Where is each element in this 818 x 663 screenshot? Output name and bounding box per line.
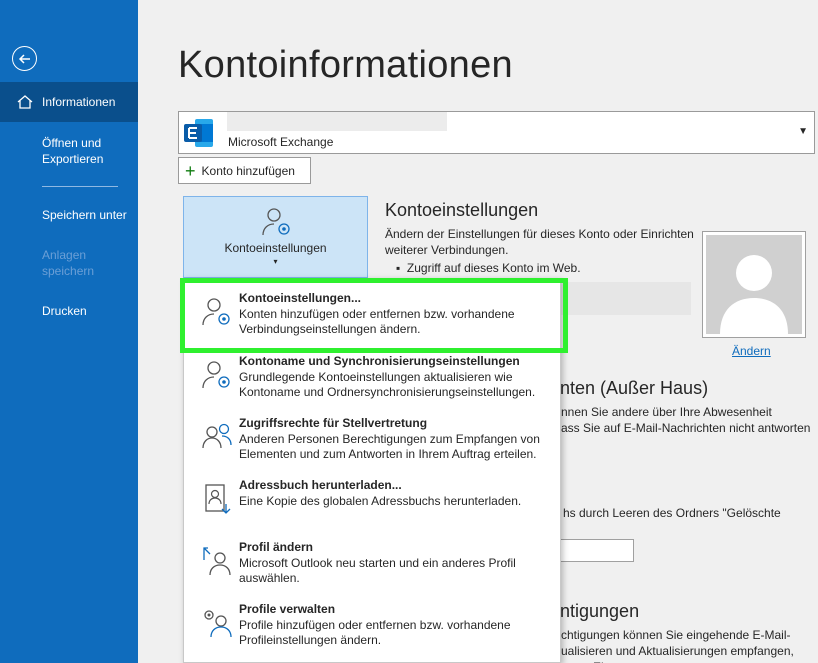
menu-item-kontoeinstellungen[interactable]: Kontoeinstellungen... Konten hinzufügen … — [184, 291, 560, 353]
menu-item-title: Zugriffsrechte für Stellvertretung — [239, 416, 428, 430]
person-gear-icon — [202, 298, 230, 326]
avatar — [706, 235, 802, 334]
exchange-icon — [184, 119, 213, 147]
people-icon — [202, 423, 232, 449]
menu-item-profil-aendern[interactable]: Profil ändern Microsoft Outlook neu star… — [184, 540, 560, 602]
add-account-button[interactable]: + Konto hinzufügen — [178, 157, 311, 184]
menu-item-title: Kontoeinstellungen... — [239, 291, 361, 305]
person-gear-icon — [202, 361, 230, 389]
switch-profile-icon — [203, 547, 231, 576]
menu-item-desc: Profile hinzufügen oder entfernen bzw. v… — [239, 618, 511, 647]
menu-item-kontoname-sync[interactable]: Kontoname und Synchronisierungseinstellu… — [184, 354, 560, 416]
nav-item-informationen[interactable]: Informationen — [0, 82, 138, 122]
page-title: Kontoinformationen — [178, 44, 513, 86]
change-photo-link[interactable]: Ändern — [732, 344, 771, 358]
person-silhouette-icon — [720, 255, 788, 334]
address-book-icon — [205, 484, 231, 514]
mailbox-size-bar — [560, 539, 634, 562]
manage-profiles-icon — [204, 610, 232, 638]
nav-divider — [42, 186, 118, 187]
chevron-down-icon: ▾ — [273, 257, 278, 266]
nav-item-oeffnen-exportieren[interactable]: Öffnen und Exportieren — [42, 135, 122, 167]
web-access-bullet: ▪ Zugriff auf dieses Konto im Web. — [396, 261, 581, 275]
back-button[interactable] — [12, 46, 37, 71]
account-email-redacted — [227, 112, 447, 131]
menu-item-profile-verwalten[interactable]: Profile verwalten Profile hinzufügen ode… — [184, 602, 560, 663]
web-access-text: Zugriff auf dieses Konto im Web. — [406, 261, 581, 275]
auto-reply-title: nten (Außer Haus) — [560, 378, 709, 398]
rules-title: ntigungen — [560, 601, 640, 621]
account-settings-desc-1: Ändern der Einstellungen für dieses Kont… — [385, 227, 694, 241]
arrow-left-icon — [18, 53, 30, 64]
menu-item-desc: Konten hinzufügen oder entfernen bzw. vo… — [239, 307, 515, 336]
profile-picture — [702, 231, 806, 338]
menu-item-adressbuch[interactable]: Adressbuch herunterladen... Eine Kopie d… — [184, 478, 560, 540]
account-settings-title: Kontoeinstellungen — [385, 200, 539, 220]
menu-item-title: Profile verwalten — [239, 602, 336, 616]
backstage-sidebar: Informationen Öffnen und Exportieren Spe… — [0, 0, 138, 663]
account-type: Microsoft Exchange — [228, 135, 334, 149]
menu-item-title: Kontoname und Synchronisierungseinstellu… — [239, 354, 520, 368]
nav-item-anlagen-speichern: Anlagen speichern — [42, 248, 95, 278]
auto-reply-desc-2: ass Sie auf E-Mail-Nachrichten nicht ant… — [561, 421, 811, 435]
chevron-down-icon: ▼ — [798, 126, 808, 137]
rules-desc-2: ualisieren und Aktualisierungen empfange… — [561, 644, 794, 663]
account-selector[interactable]: Microsoft Exchange ▼ — [178, 111, 815, 154]
auto-reply-desc-1: nnen Sie andere über Ihre Abwesenheit — [561, 405, 772, 419]
cleanup-desc: hs durch Leeren des Ordners "Gelöschte — [563, 506, 781, 520]
account-settings-menu: Kontoeinstellungen... Konten hinzufügen … — [183, 278, 561, 663]
account-settings-label: Kontoeinstellungen — [224, 241, 327, 255]
home-icon — [17, 95, 33, 109]
add-account-label: Konto hinzufügen — [201, 163, 295, 178]
menu-item-desc: Grundlegende Kontoeinstellungen aktualis… — [239, 370, 536, 399]
menu-item-desc: Anderen Personen Berechtigungen zum Empf… — [239, 432, 540, 461]
menu-item-title: Adressbuch herunterladen... — [239, 478, 402, 492]
menu-item-desc: Eine Kopie des globalen Adressbuchs heru… — [239, 494, 522, 508]
nav-item-drucken[interactable]: Drucken — [42, 303, 87, 319]
menu-item-stellvertretung[interactable]: Zugriffsrechte für Stellvertretung Ander… — [184, 416, 560, 478]
menu-item-desc: Microsoft Outlook neu starten und ein an… — [239, 556, 516, 585]
nav-item-speichern-unter[interactable]: Speichern unter — [42, 207, 127, 223]
nav-item-label: Informationen — [42, 95, 116, 109]
rules-desc-1: chtigungen können Sie eingehende E-Mail- — [561, 628, 791, 642]
menu-item-title: Profil ändern — [239, 540, 314, 554]
person-gear-icon — [262, 208, 290, 236]
account-settings-button[interactable]: Kontoeinstellungen ▾ — [183, 196, 368, 278]
plus-icon: + — [185, 160, 196, 181]
account-settings-desc-2: weiterer Verbindungen. — [385, 243, 509, 257]
